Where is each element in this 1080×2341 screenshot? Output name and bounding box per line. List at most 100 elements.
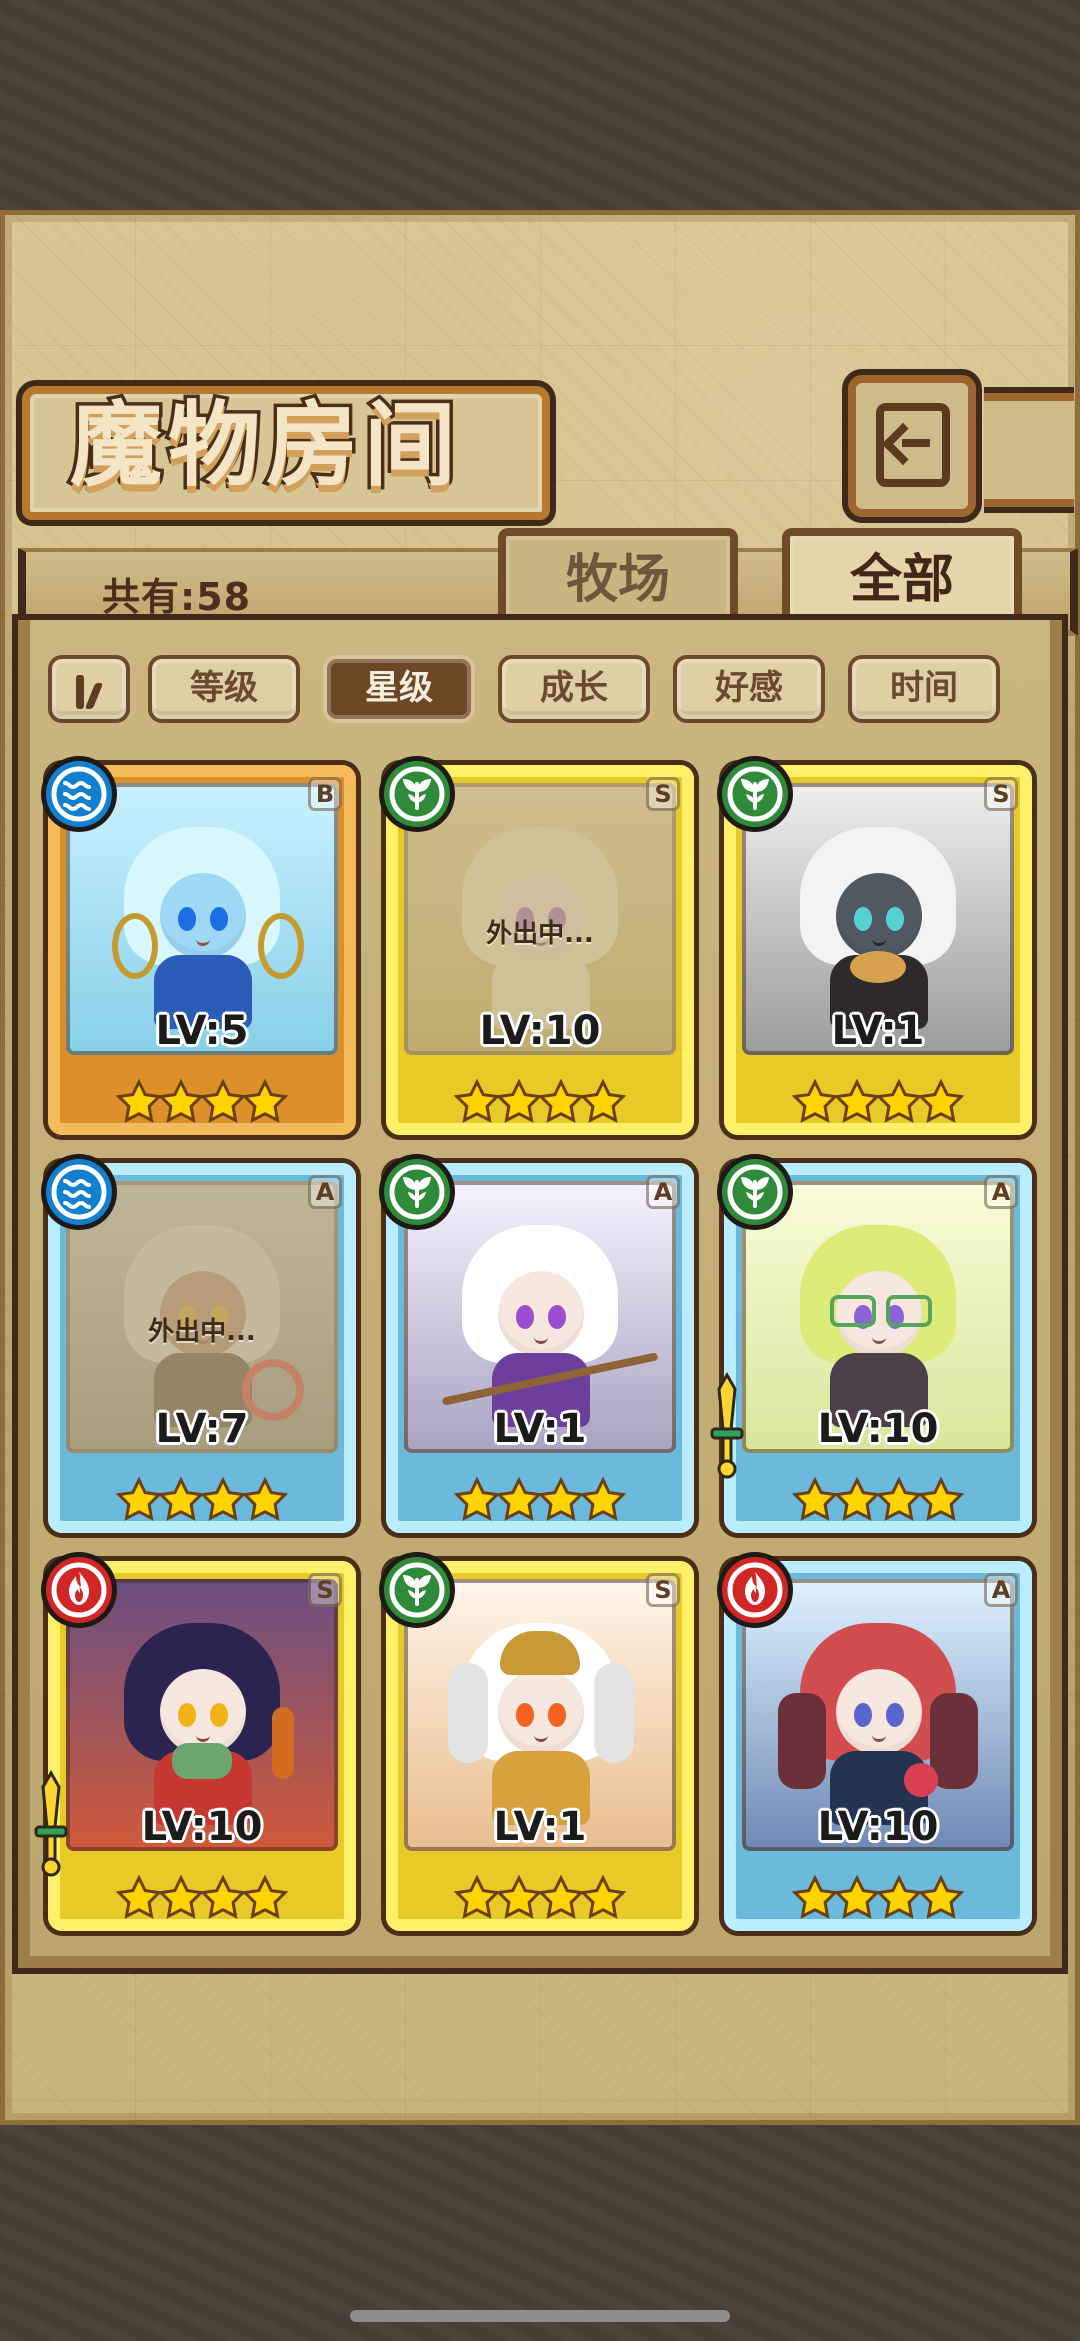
nature-element-badge [384,761,450,827]
eye-right [210,1703,228,1727]
rank-text: S [316,1576,334,1604]
monster-stars [453,1079,627,1127]
monster-card[interactable]: A LV:1 [384,1159,694,1533]
star-icon [157,1079,205,1127]
eye-right [886,1703,904,1727]
star-icon [791,1875,839,1923]
tab-all[interactable]: 全部 [782,528,1022,624]
water-icon [51,1164,107,1220]
face-shape [160,873,246,959]
filter-level-label: 等级 [190,668,258,708]
rank-text: A [991,1178,1011,1206]
monster-stars [453,1477,627,1525]
star-icon [241,1875,289,1923]
monster-level: LV:5 [155,1008,249,1054]
wing-accessory [594,1663,634,1763]
rose-accessory [904,1763,938,1797]
rank-text: A [315,1178,335,1206]
star-icon [157,1477,205,1525]
monster-card[interactable]: S LV:1 [384,1557,694,1931]
monster-card[interactable]: 外出中... S LV:10 [384,761,694,1135]
star-icon [495,1477,543,1525]
fire-element-badge [46,1557,112,1623]
star-icon [453,1875,501,1923]
nature-element-badge [722,1159,788,1225]
star-icon [453,1477,501,1525]
top-background-band [0,0,1080,210]
star-icon [537,1875,585,1923]
monster-grid: B LV:5 外出中... S LV:10 S LV:1 外出中... A LV… [34,761,1032,1931]
star-icon [453,1079,501,1127]
wing-accessory [778,1693,826,1789]
monster-portrait [102,1613,302,1825]
star-icon [115,1477,163,1525]
monster-level: LV:10 [817,1406,939,1452]
rank-badge: S [984,777,1018,811]
monster-stars [791,1079,965,1127]
eye-right [886,907,904,931]
eye-right [210,907,228,931]
leaf-icon [389,766,445,822]
sort-filter-row: 等级 星级 成长 好感 时间 [48,655,1032,737]
back-button[interactable] [848,375,1074,517]
rank-badge: A [984,1175,1018,1209]
return-icon [876,403,950,487]
star-icon [199,1477,247,1525]
star-icon [241,1079,289,1127]
star-icon [579,1477,627,1525]
mouth [196,935,210,946]
filter-growth-label: 成长 [540,668,608,708]
tab-ranch[interactable]: 牧场 [498,528,738,624]
monster-card[interactable]: A LV:10 [722,1557,1032,1931]
nature-element-badge [384,1557,450,1623]
star-icon [537,1079,585,1127]
face-shape [836,1669,922,1755]
filter-affection-button[interactable]: 好感 [673,655,825,723]
water-icon [51,766,107,822]
monster-card[interactable]: S LV:1 [722,761,1032,1135]
star-icon [833,1477,881,1525]
filter-growth-button[interactable]: 成长 [498,655,650,723]
star-icon [495,1875,543,1923]
rank-badge: A [984,1573,1018,1607]
filter-stars-button[interactable]: 星级 [323,655,475,723]
filter-level-button[interactable]: 等级 [148,655,300,723]
star-icon [157,1875,205,1923]
bow-accessory [172,1743,232,1779]
monster-portrait [440,1613,640,1825]
filter-stars-label: 星级 [365,668,433,708]
star-icon [495,1079,543,1127]
wing-accessory [448,1663,488,1763]
monster-portrait [440,1215,659,1427]
rank-badge: S [646,1573,680,1607]
rank-badge: A [308,1175,342,1209]
filter-time-button[interactable]: 时间 [848,655,1000,723]
monster-stars [115,1875,289,1923]
monster-level: LV:10 [817,1804,939,1850]
mouth [872,1731,886,1742]
eye-left [516,1703,534,1727]
monster-card[interactable]: B LV:5 [46,761,356,1135]
sort-order-button[interactable] [48,655,130,723]
monster-card[interactable]: A LV:10 [710,1159,1032,1533]
monster-level: LV:1 [493,1804,587,1850]
mouth [872,1333,886,1344]
sort-icon [72,675,104,709]
face-shape [836,873,922,959]
monster-stars [791,1477,965,1525]
monster-stars [115,1079,289,1127]
away-status: 外出中... [486,919,594,949]
monster-level: LV:1 [493,1406,587,1452]
eye-right [548,1305,566,1329]
star-icon [917,1477,965,1525]
monster-level: LV:1 [831,1008,925,1054]
monster-portrait [778,1215,978,1427]
fire-icon [51,1562,107,1618]
rank-badge: S [308,1573,342,1607]
collar-accessory [850,951,906,983]
bottom-background-band [0,2125,1080,2341]
away-status: 外出中... [148,1317,256,1347]
mouth [534,1333,548,1344]
monster-card[interactable]: S LV:10 [34,1557,356,1931]
monster-card[interactable]: 外出中... A LV:7 [46,1159,356,1533]
